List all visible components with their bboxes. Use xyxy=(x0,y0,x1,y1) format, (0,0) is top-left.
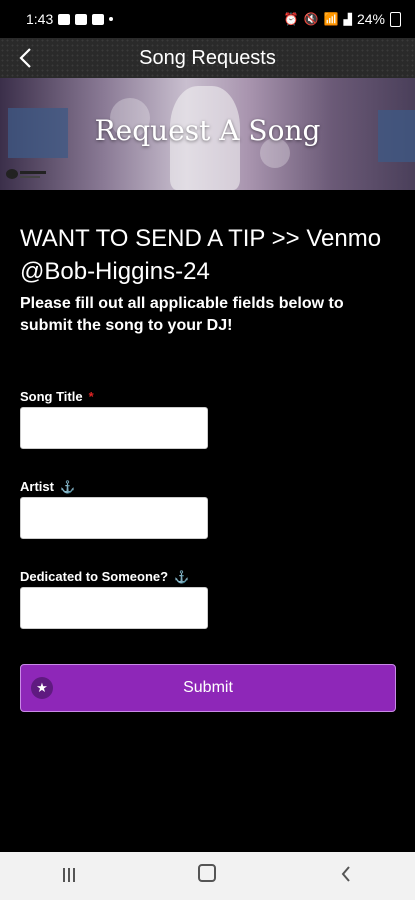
banner-image: Request A Song xyxy=(0,78,415,190)
dedication-label-text: Dedicated to Someone? xyxy=(20,569,169,584)
submit-label: Submit xyxy=(183,679,233,696)
artist-label: Artist ⚓ xyxy=(20,479,75,494)
back-button[interactable] xyxy=(10,42,40,74)
page-title: Song Requests xyxy=(139,46,276,69)
artist-label-text: Artist xyxy=(20,479,54,494)
app-header: Song Requests xyxy=(0,38,415,78)
status-left: 1:43 xyxy=(26,11,114,27)
home-icon xyxy=(198,864,217,882)
status-right: ⏰ 🔇 📶 ▟ 24% xyxy=(284,11,401,27)
song-title-label: Song Title * xyxy=(20,389,94,404)
hint-icon: ⚓ xyxy=(174,569,190,584)
battery-percent: 24% xyxy=(356,11,385,27)
banner-title: Request A Song xyxy=(94,114,321,147)
tip-message: WANT TO SEND A TIP >> Venmo @Bob-Higgins… xyxy=(20,225,382,285)
photos-notification-icon xyxy=(75,13,88,25)
mute-icon: 🔇 xyxy=(303,12,319,26)
back-arrow-icon xyxy=(341,865,350,882)
dj-logo-icon xyxy=(6,169,46,179)
dj-logo xyxy=(4,166,48,182)
recent-apps-button[interactable] xyxy=(39,865,99,888)
dedication-input[interactable] xyxy=(20,587,208,629)
hint-icon: ⚓ xyxy=(59,479,75,494)
status-bar: 1:43 ⏰ 🔇 📶 ▟ 24% xyxy=(0,0,415,38)
song-title-label-text: Song Title xyxy=(20,389,83,404)
submit-button[interactable]: ★ Submit xyxy=(20,664,396,712)
wifi-icon: 📶 xyxy=(323,12,339,26)
system-back-button[interactable] xyxy=(316,865,376,888)
recent-apps-icon xyxy=(63,867,76,882)
gallery-notification-icon xyxy=(58,13,71,25)
signal-icon: ▟ xyxy=(343,13,352,26)
system-nav-bar xyxy=(0,852,415,900)
youtube-notification-icon xyxy=(92,13,105,25)
required-indicator: * xyxy=(88,389,94,404)
status-time: 1:43 xyxy=(26,11,54,27)
song-title-input[interactable] xyxy=(20,407,208,449)
form-instructions: Please fill out all applicable fields be… xyxy=(20,295,344,334)
home-button[interactable] xyxy=(177,864,237,888)
more-notifications-icon xyxy=(109,17,114,21)
star-icon: ★ xyxy=(31,677,53,699)
alarm-icon: ⏰ xyxy=(283,12,299,26)
dedication-label: Dedicated to Someone? ⚓ xyxy=(20,569,189,584)
artist-input[interactable] xyxy=(20,497,208,539)
battery-icon xyxy=(390,11,401,27)
chevron-left-icon xyxy=(19,48,31,68)
